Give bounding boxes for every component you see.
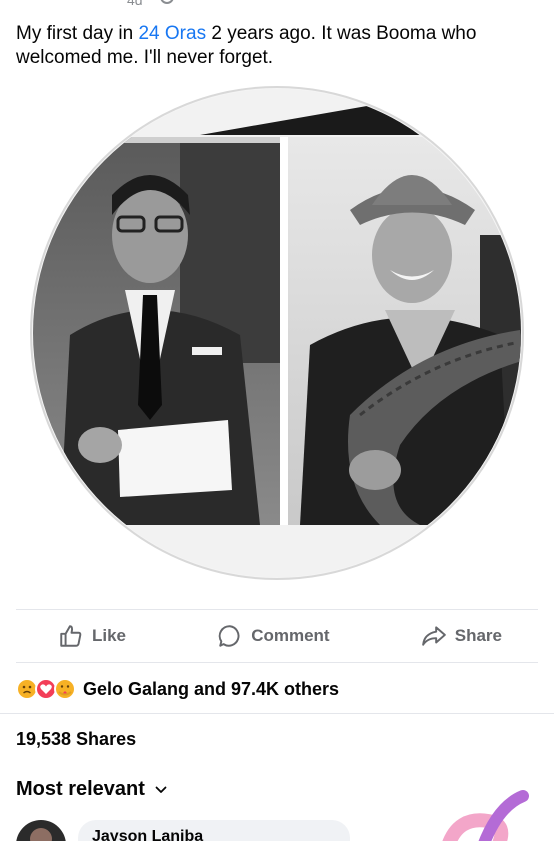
care-icon — [54, 678, 76, 700]
post-action-bar: Like Comment Share — [16, 609, 538, 663]
comment-icon — [218, 625, 240, 647]
post-photo[interactable] — [0, 85, 554, 585]
comment-label: Comment — [251, 626, 330, 645]
like-label: Like — [92, 626, 127, 645]
thumbs-up-icon — [60, 625, 82, 647]
heart-sticker-decoration — [442, 790, 529, 841]
comment-sort-dropdown[interactable]: Most relevant — [16, 778, 167, 801]
share-arrow-icon — [421, 626, 446, 646]
post-meta: 4d — [0, 0, 554, 8]
chevron-down-icon — [155, 786, 167, 793]
sort-label: Most relevant — [16, 778, 145, 800]
reaction-summary-text: Gelo Galang and 97.4K others — [83, 678, 340, 699]
reaction-icons — [16, 678, 76, 700]
caption-text-before: My first day in — [16, 23, 139, 44]
commenter-avatar[interactable] — [16, 820, 66, 841]
share-label: Share — [454, 626, 502, 645]
commenter-name[interactable]: Jayson Laniba — [92, 828, 336, 841]
caption-link-24-oras[interactable]: 24 Oras — [138, 23, 206, 44]
comment-button[interactable]: Comment — [217, 623, 330, 649]
share-button[interactable]: Share — [421, 623, 502, 649]
reaction-summary[interactable]: Gelo Galang and 97.4K others — [16, 676, 339, 702]
like-button[interactable]: Like — [58, 623, 126, 649]
comment-bubble[interactable]: Jayson Laniba — [78, 820, 350, 841]
post-caption: My first day in 24 Oras 2 years ago. It … — [16, 22, 536, 70]
shares-count[interactable]: 19,538 Shares — [16, 729, 136, 750]
globe-icon — [160, 0, 174, 4]
section-divider — [0, 713, 554, 714]
post-time: 4d — [127, 0, 143, 8]
